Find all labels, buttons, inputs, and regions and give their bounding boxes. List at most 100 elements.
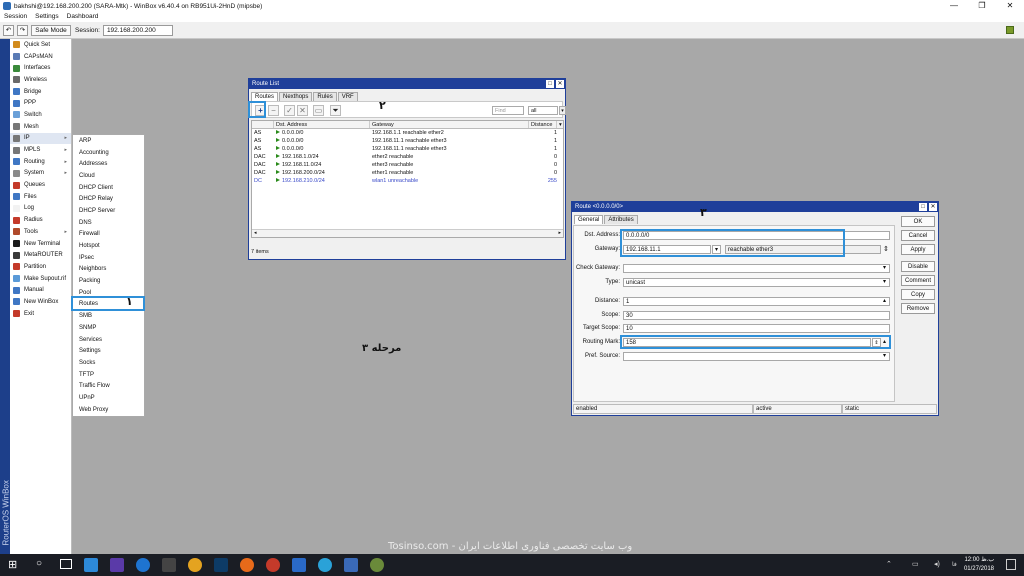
disable-icon[interactable]: ✕ [297, 105, 308, 116]
app-icon[interactable] [162, 558, 176, 572]
distance-field[interactable]: 1 [623, 297, 890, 306]
submenu-item[interactable]: DHCP Relay [73, 193, 144, 205]
table-row[interactable]: AS 0.0.0.0/0 192.168.1.1 reachable ether2 1 [252, 129, 563, 137]
pref-source-select[interactable] [623, 352, 890, 361]
chevron-down-icon[interactable]: ▾ [883, 352, 886, 359]
table-row[interactable]: DAC 192.168.200.0/24 ether1 reachable 0 [252, 169, 563, 177]
chevron-down-icon[interactable]: ▾ [557, 121, 563, 128]
chrome-icon[interactable] [188, 558, 202, 572]
target-scope-field[interactable]: 10 [623, 324, 890, 333]
submenu-item[interactable]: Socks [73, 357, 144, 369]
copy-button[interactable]: Copy [901, 289, 935, 300]
volume-icon[interactable]: ◂) [934, 560, 940, 568]
language-indicator[interactable]: فا [952, 561, 957, 568]
submenu-item[interactable]: Packing [73, 275, 144, 287]
table-row[interactable]: DC 192.168.210.0/24 wlan1 unreachable 255 [252, 177, 563, 185]
tab-attributes[interactable]: Attributes [604, 215, 638, 224]
notification-icon[interactable] [1006, 559, 1016, 570]
sidebar-item[interactable]: System ▸ [10, 168, 71, 180]
sidebar-item[interactable]: MPLS ▸ [10, 144, 71, 156]
submenu-item[interactable]: Settings [73, 345, 144, 357]
remove-button[interactable]: Remove [901, 303, 935, 314]
explorer-icon[interactable] [84, 558, 98, 572]
table-row[interactable]: AS 0.0.0.0/0 192.168.11.1 reachable ether3… [252, 145, 563, 153]
submenu-item[interactable]: Web Proxy [73, 404, 144, 416]
menu-session[interactable]: Session [0, 12, 31, 22]
tab-rules[interactable]: Rules [313, 92, 337, 101]
sidebar-item[interactable]: Manual [10, 284, 71, 296]
ok-button[interactable]: OK [901, 216, 935, 227]
submenu-item[interactable]: DHCP Server [73, 205, 144, 217]
menu-settings[interactable]: Settings [31, 12, 63, 22]
sidebar-item[interactable]: Mesh [10, 121, 71, 133]
apply-button[interactable]: Apply [901, 244, 935, 255]
redo-button[interactable]: ↷ [17, 24, 28, 36]
telegram-icon[interactable] [318, 558, 332, 572]
clock[interactable]: 12:00 ب.ظ 01/27/2018 [964, 556, 994, 574]
sidebar-item[interactable]: Make Supout.rif [10, 273, 71, 285]
close-icon[interactable]: ✕ [996, 0, 1024, 12]
visual-studio-icon[interactable] [110, 558, 124, 572]
table-row[interactable]: DAC 192.168.11.0/24 ether3 reachable 0 [252, 161, 563, 169]
tab-general[interactable]: General [574, 215, 604, 224]
sidebar-item[interactable]: Radius [10, 214, 71, 226]
close-icon[interactable]: ✕ [556, 80, 564, 88]
type-select[interactable]: unicast [623, 278, 890, 287]
network-icon[interactable]: ▭ [912, 560, 919, 568]
sidebar-item[interactable]: Quick Set [10, 39, 71, 51]
sidebar-item[interactable]: MetaROUTER [10, 249, 71, 261]
undo-button[interactable]: ↶ [3, 24, 14, 36]
firefox-icon[interactable] [240, 558, 254, 572]
submenu-item[interactable]: Neighbors [73, 264, 144, 276]
tab-routes[interactable]: Routes [251, 92, 279, 101]
sidebar-item[interactable]: Switch [10, 109, 71, 121]
submenu-item[interactable]: Firewall [73, 229, 144, 241]
chevron-down-icon[interactable]: ▾ [559, 106, 566, 115]
menu-dashboard[interactable]: Dashboard [63, 12, 103, 22]
submenu-item[interactable]: IPsec [73, 252, 144, 264]
tab-nexthops[interactable]: Nexthops [279, 92, 313, 101]
tab-vrf[interactable]: VRF [337, 92, 358, 101]
scroll-left-icon[interactable]: ◂ [254, 230, 257, 236]
submenu-item[interactable]: DNS [73, 217, 144, 229]
submenu-item[interactable]: Addresses [73, 158, 144, 170]
sidebar-item[interactable]: Routing ▸ [10, 156, 71, 168]
photoshop-icon[interactable] [214, 558, 228, 572]
submenu-item[interactable]: UPnP [73, 392, 144, 404]
maximize-icon[interactable]: □ [546, 80, 554, 88]
horizontal-scrollbar[interactable]: ◂ ▸ [252, 229, 563, 237]
sidebar-item[interactable]: Wireless [10, 74, 71, 86]
sidebar-item[interactable]: Files [10, 191, 71, 203]
system-tray-icon[interactable]: ⌃ [886, 560, 892, 568]
submenu-item[interactable]: ARP [73, 135, 144, 147]
comment-icon[interactable]: ▭ [313, 105, 324, 116]
remove-icon[interactable]: − [268, 105, 279, 116]
table-row[interactable]: DAC 192.168.1.0/24 ether2 reachable 0 [252, 153, 563, 161]
filter-select[interactable]: all [528, 106, 558, 115]
sidebar-item[interactable]: New Terminal [10, 238, 71, 250]
sidebar-item[interactable]: Exit [10, 308, 71, 320]
vpn-icon[interactable] [136, 558, 150, 572]
sidebar-item[interactable]: Tools ▸ [10, 226, 71, 238]
sidebar-item-ip[interactable]: IP ▸ [10, 132, 71, 145]
minimize-icon[interactable]: — [940, 0, 968, 12]
submenu-item[interactable]: Services [73, 334, 144, 346]
safe-mode-button[interactable]: Safe Mode [31, 24, 71, 36]
windows-start-icon[interactable]: ⊞ [8, 558, 17, 571]
sidebar-item[interactable]: PPP [10, 97, 71, 109]
submenu-item[interactable]: DHCP Client [73, 182, 144, 194]
scope-field[interactable]: 30 [623, 311, 890, 320]
chevron-down-icon[interactable]: ▾ [883, 278, 886, 285]
comment-button[interactable]: Comment [901, 275, 935, 286]
winbox-taskbar-icon[interactable] [344, 558, 358, 572]
pinterest-icon[interactable] [266, 558, 280, 572]
sidebar-item[interactable]: Interfaces [10, 62, 71, 74]
submenu-item[interactable]: Accounting [73, 147, 144, 159]
sidebar-item[interactable]: Queues [10, 179, 71, 191]
table-row[interactable]: AS 0.0.0.0/0 192.168.11.1 reachable ether3… [252, 137, 563, 145]
network-app-icon[interactable] [292, 558, 306, 572]
maximize-icon[interactable]: □ [919, 203, 927, 211]
submenu-item[interactable]: SNMP [73, 322, 144, 334]
submenu-item[interactable]: Cloud [73, 170, 144, 182]
maximize-icon[interactable]: ❐ [968, 0, 996, 12]
